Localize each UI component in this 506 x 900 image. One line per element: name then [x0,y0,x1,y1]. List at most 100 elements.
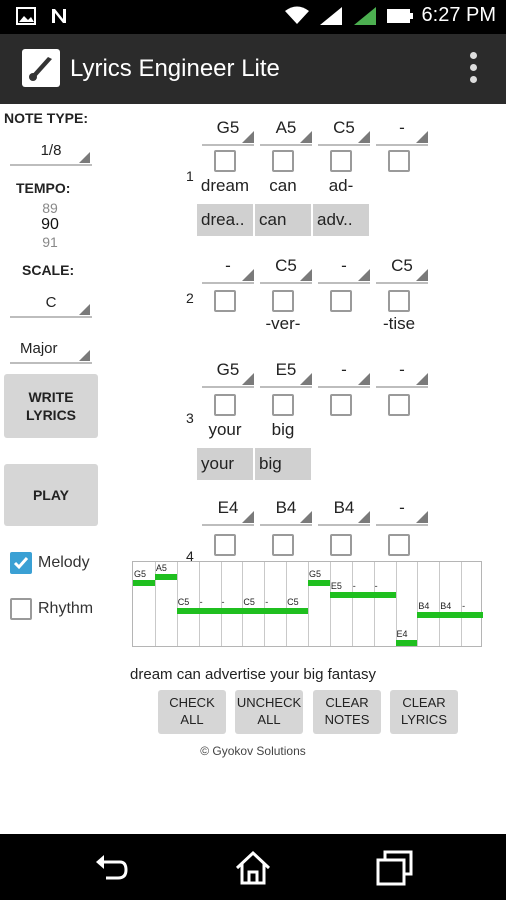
row1-note4-spinner[interactable]: - [376,118,428,146]
row4-note4-spinner[interactable]: - [376,498,428,526]
row2-checkbox1[interactable] [214,290,236,312]
back-icon[interactable] [92,848,132,888]
row3-note4-spinner[interactable]: - [376,360,428,388]
row3-note1-spinner[interactable]: G5 [202,360,254,388]
signal-icon [319,6,342,25]
roll-note-bar [133,580,155,586]
row3-word1[interactable]: your [197,448,253,480]
recent-apps-icon[interactable] [375,848,415,888]
clear-lyrics-button[interactable]: CLEAR LYRICS [390,690,458,734]
row2-note2-spinner[interactable]: C5 [260,256,312,284]
row3-note2-spinner[interactable]: E5 [260,360,312,388]
roll-gridline [373,562,375,646]
roll-gridline [351,562,353,646]
roll-note-bar [198,608,221,614]
tempo-prev: 89 [42,200,58,216]
uncheck-all-button[interactable]: UNCHECK ALL [235,690,303,734]
roll-gridline [329,562,331,646]
main-content: NOTE TYPE: 1/8 TEMPO: 89 90 91 SCALE: C … [0,104,506,834]
row4-checkbox4[interactable] [388,534,410,556]
row2-note3-spinner[interactable]: - [318,256,370,284]
row2-number: 2 [186,290,194,306]
copyright-text: © Gyokov Solutions [200,744,306,758]
row1-number: 1 [186,168,194,184]
row2-note4-spinner[interactable]: C5 [376,256,428,284]
roll-note-label: B4 [440,601,452,611]
row1-note1-spinner[interactable]: G5 [202,118,254,146]
clear-notes-button[interactable]: CLEAR NOTES [313,690,381,734]
check-icon [13,557,29,570]
row1-word1[interactable]: drea.. [197,204,253,236]
row1-checkbox2[interactable] [272,150,294,172]
tempo-picker[interactable]: 89 90 91 [20,200,80,250]
row2-note1-spinner[interactable]: - [202,256,254,284]
row2-checkbox3[interactable] [330,290,352,312]
play-button[interactable]: PLAY [4,464,98,526]
row1-note3-spinner[interactable]: C5 [318,118,370,146]
row4-note1-spinner[interactable]: E4 [202,498,254,526]
roll-note-bar [154,574,177,580]
roll-note-label: A5 [155,563,167,573]
app-title: Lyrics Engineer Lite [70,55,280,82]
roll-note-label: G5 [309,569,322,579]
row1-syllable2: can [269,176,297,195]
rhythm-checkbox[interactable] [10,598,32,620]
roll-note-label: B4 [418,601,430,611]
row4-note3-spinner[interactable]: B4 [318,498,370,526]
gallery-icon [16,7,36,25]
row4-checkbox3[interactable] [330,534,352,556]
note-type-spinner[interactable]: 1/8 [10,142,92,166]
row3-checkbox3[interactable] [330,394,352,416]
row2-checkbox4[interactable] [388,290,410,312]
melody-checkbox[interactable] [10,552,32,574]
row2-syllable2: -ver- [265,314,301,333]
roll-note-bar [373,592,396,598]
roll-note-bar [417,612,440,618]
row2-syllable4: -tise [382,314,416,333]
home-icon[interactable] [233,848,273,888]
row3-number: 3 [186,410,194,426]
roll-note-bar [439,612,462,618]
check-all-button[interactable]: CHECK ALL [158,690,226,734]
navigation-bar [0,834,506,900]
scale-label: SCALE: [22,262,75,278]
roll-note-label: - [221,597,225,607]
roll-note-bar [242,608,265,614]
tempo-current: 90 [41,216,59,233]
scale-mode-spinner[interactable]: Major [10,340,92,364]
row1-note2-spinner[interactable]: A5 [260,118,312,146]
melody-label: Melody [38,554,90,571]
row4-checkbox2[interactable] [272,534,294,556]
row1-checkbox1[interactable] [214,150,236,172]
roll-note-bar [176,608,199,614]
roll-note-label: E5 [330,581,342,591]
row3-checkbox1[interactable] [214,394,236,416]
row4-checkbox1[interactable] [214,534,236,556]
roll-note-label: - [199,597,203,607]
row3-note3-spinner[interactable]: - [318,360,370,388]
row3-word2[interactable]: big [255,448,311,480]
row4-note2-spinner[interactable]: B4 [260,498,312,526]
write-lyrics-button[interactable]: WRITE LYRICS [4,374,98,438]
roll-note-bar [308,580,330,586]
roll-note-label: G5 [134,569,147,579]
row1-checkbox3[interactable] [330,150,352,172]
scale-key-spinner[interactable]: C [10,294,92,318]
row1-syllable1: dream [200,176,250,195]
roll-note-label: E4 [396,629,408,639]
roll-note-label: - [265,597,269,607]
row1-word3[interactable]: adv.. [313,204,369,236]
roll-note-bar [461,612,483,618]
row1-checkbox4[interactable] [388,150,410,172]
row3-checkbox2[interactable] [272,394,294,416]
overflow-menu-icon[interactable] [470,52,478,86]
roll-note-label: - [352,581,356,591]
row2-checkbox2[interactable] [272,290,294,312]
row3-checkbox4[interactable] [388,394,410,416]
note-type-label: NOTE TYPE: [4,110,89,126]
row3-syllable1: your [208,420,242,439]
rhythm-label: Rhythm [38,600,94,617]
battery-icon [386,8,413,23]
row1-word2[interactable]: can [255,204,311,236]
roll-note-label: - [374,581,378,591]
